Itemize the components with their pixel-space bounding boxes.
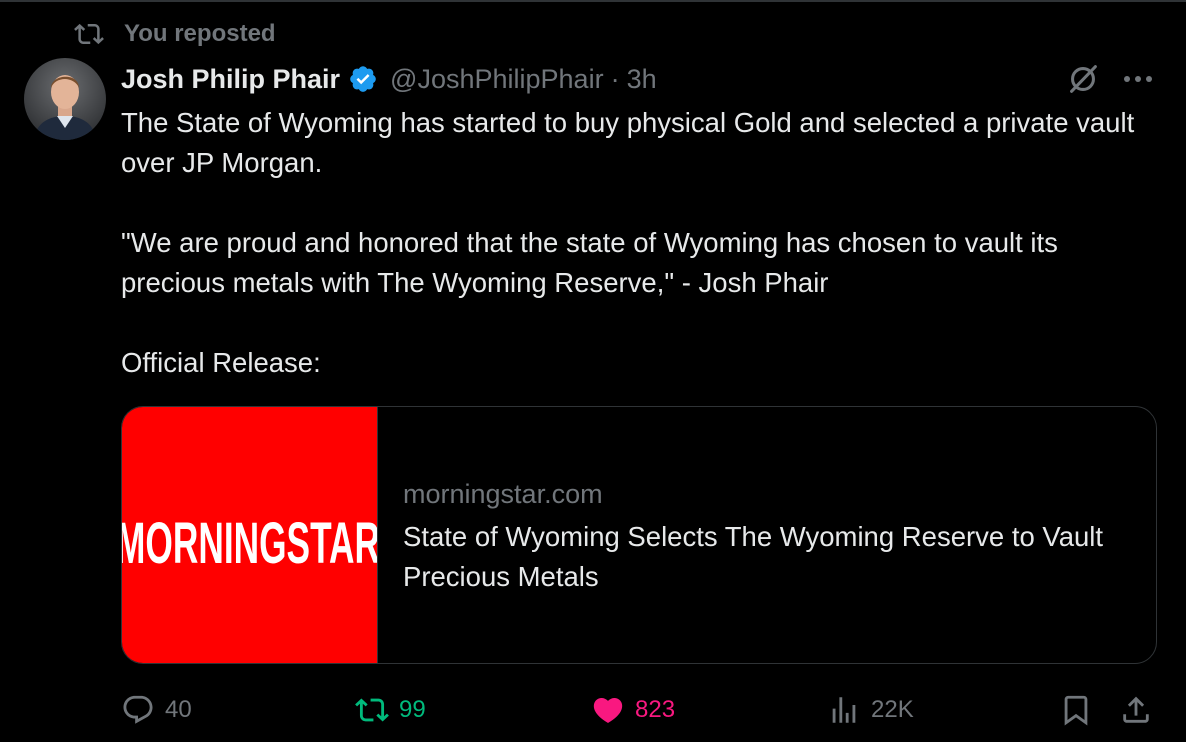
tweet-header: Josh Philip Phair @JoshPhilipPhair · 3h <box>121 60 657 98</box>
card-body: morningstar.com State of Wyoming Selects… <box>378 407 1156 663</box>
author-display-name[interactable]: Josh Philip Phair <box>121 64 340 95</box>
card-title: State of Wyoming Selects The Wyoming Res… <box>403 521 1104 592</box>
like-button[interactable]: 823 <box>591 690 675 730</box>
author-handle[interactable]: @JoshPhilipPhair <box>390 64 604 95</box>
reply-button[interactable]: 40 <box>121 690 192 730</box>
views-count: 22K <box>871 696 914 723</box>
more-options-icon[interactable] <box>1120 64 1156 94</box>
avatar[interactable] <box>24 58 106 140</box>
card-domain: morningstar.com <box>403 479 603 509</box>
like-count: 823 <box>635 696 676 723</box>
repost-icon <box>74 23 104 45</box>
grok-icon[interactable] <box>1064 60 1102 98</box>
tweet-text: The State of Wyoming has started to buy … <box>121 103 1161 383</box>
reply-icon <box>123 695 153 724</box>
link-preview-card[interactable]: MORNINGSTAR morningstar.com State of Wyo… <box>121 406 1157 664</box>
tweet-timestamp[interactable]: 3h <box>627 64 657 95</box>
verified-badge-icon[interactable] <box>348 64 378 94</box>
morningstar-logo: MORNINGSTAR <box>122 511 378 576</box>
retweet-button[interactable]: 99 <box>355 690 426 730</box>
bookmark-button[interactable] <box>1059 690 1093 730</box>
repost-banner-text: You reposted <box>124 20 276 47</box>
share-button[interactable] <box>1119 690 1153 730</box>
share-icon <box>1123 696 1149 723</box>
tweet-paragraph: "We are proud and honored that the state… <box>121 227 1058 298</box>
retweet-count: 99 <box>399 696 426 723</box>
top-divider <box>0 0 1186 2</box>
reply-count: 40 <box>165 696 192 723</box>
header-separator: · <box>610 63 620 94</box>
repost-banner[interactable]: You reposted <box>74 18 276 50</box>
heart-icon <box>593 697 623 723</box>
avatar-image <box>24 58 106 140</box>
logo-wordmark: MORNINGSTAR <box>122 511 378 576</box>
retweet-icon <box>355 698 389 722</box>
views-button[interactable]: 22K <box>827 690 914 730</box>
analytics-icon <box>832 697 856 723</box>
tweet-paragraph: Official Release: <box>121 347 321 378</box>
card-thumbnail: MORNINGSTAR <box>122 407 378 663</box>
bookmark-icon <box>1064 695 1088 726</box>
action-bar: 40 99 823 22K <box>121 690 1161 730</box>
tweet-paragraph: The State of Wyoming has started to buy … <box>121 107 1135 178</box>
